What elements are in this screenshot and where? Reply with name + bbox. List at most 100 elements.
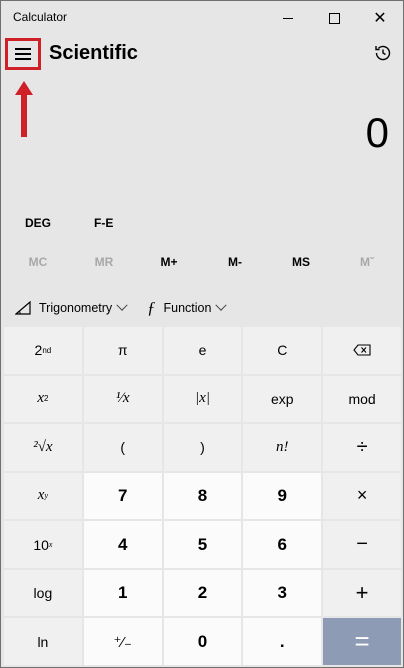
- digit-3-button[interactable]: 3: [243, 569, 322, 617]
- clear-button[interactable]: C: [243, 327, 322, 374]
- multiply-button[interactable]: ×: [323, 472, 401, 520]
- digit-4-button[interactable]: 4: [83, 521, 162, 568]
- divide-button[interactable]: ÷: [323, 424, 401, 471]
- key-label: 8: [197, 485, 208, 505]
- log-button[interactable]: log: [4, 569, 82, 617]
- add-button[interactable]: +: [323, 569, 401, 617]
- maximize-button[interactable]: [311, 1, 357, 35]
- digit-9-button[interactable]: 9: [243, 472, 322, 520]
- euler-button[interactable]: e: [163, 327, 242, 374]
- function-dropdowns: Trigonometry ƒ Function: [1, 295, 403, 321]
- second-button[interactable]: 2nd: [4, 327, 82, 374]
- factorial-button[interactable]: n!: [243, 424, 322, 471]
- memory-row: MC MR M+ M- MS Mˇ: [1, 255, 403, 279]
- equals-button[interactable]: =: [323, 618, 401, 665]
- history-button[interactable]: [371, 41, 395, 65]
- key-label: 3: [277, 583, 288, 603]
- navigation-menu-button[interactable]: [5, 38, 41, 70]
- fe-button[interactable]: F-E: [94, 216, 113, 230]
- pi-button[interactable]: π: [83, 327, 162, 374]
- key-label: +: [355, 580, 369, 606]
- reciprocal-button[interactable]: ¹⁄x: [83, 375, 162, 423]
- key-label: 0: [197, 631, 208, 651]
- digit-5-button[interactable]: 5: [163, 521, 242, 568]
- key-label: 2: [197, 583, 208, 603]
- key-label: 7: [117, 485, 128, 505]
- key-superscript: y: [44, 491, 49, 501]
- history-icon: [375, 45, 391, 61]
- digit-8-button[interactable]: 8: [163, 472, 242, 520]
- digit-7-button[interactable]: 7: [83, 472, 162, 520]
- memory-add-button[interactable]: M+: [136, 255, 202, 269]
- key-label: x: [37, 390, 44, 407]
- mode-title: Scientific: [49, 42, 138, 64]
- digit-2-button[interactable]: 2: [163, 569, 242, 617]
- key-label: ⁺⁄₋: [113, 633, 132, 651]
- close-icon: ✕: [373, 8, 387, 27]
- key-superscript: nd: [42, 345, 52, 355]
- key-label: ¹⁄x: [115, 390, 130, 407]
- title-bar: Calculator ✕: [1, 1, 403, 35]
- key-label: ln: [37, 633, 49, 650]
- key-label: mod: [348, 390, 376, 407]
- close-button[interactable]: ✕: [357, 1, 403, 35]
- negate-button[interactable]: ⁺⁄₋: [83, 618, 162, 665]
- app-title: Calculator: [13, 10, 68, 24]
- trigonometry-dropdown[interactable]: Trigonometry: [15, 295, 128, 321]
- exp-button[interactable]: exp: [243, 375, 322, 423]
- key-label: 4: [117, 534, 128, 554]
- close-paren-button[interactable]: ): [163, 424, 242, 471]
- key-superscript: x: [48, 540, 53, 550]
- digit-0-button[interactable]: 0: [163, 618, 242, 665]
- digit-6-button[interactable]: 6: [243, 521, 322, 568]
- minimize-button[interactable]: [265, 1, 311, 35]
- result-display: 0: [365, 109, 389, 156]
- memory-store-button[interactable]: MS: [268, 255, 334, 269]
- key-label: n!: [276, 438, 289, 455]
- triangle-icon: [15, 301, 31, 315]
- absolute-button[interactable]: |x|: [163, 375, 242, 423]
- key-label: |x|: [195, 390, 210, 407]
- key-label: exp: [271, 390, 294, 407]
- key-label: 1: [117, 583, 128, 603]
- backspace-button[interactable]: [323, 327, 401, 374]
- memory-subtract-button[interactable]: M-: [202, 255, 268, 269]
- memory-list-button[interactable]: Mˇ: [334, 255, 400, 269]
- chevron-down-icon: [215, 299, 228, 311]
- trigonometry-label: Trigonometry: [39, 301, 113, 315]
- key-label: π: [117, 342, 128, 359]
- function-dropdown[interactable]: ƒ Function: [147, 295, 228, 321]
- angle-mode-button[interactable]: DEG: [25, 216, 51, 230]
- digit-1-button[interactable]: 1: [83, 569, 162, 617]
- key-superscript: 2: [44, 394, 49, 404]
- decimal-button[interactable]: .: [243, 618, 322, 665]
- key-label: (: [120, 439, 126, 456]
- minimize-icon: [283, 17, 293, 19]
- chevron-down-icon: [116, 299, 128, 311]
- key-label: log: [33, 585, 53, 602]
- function-label: Function: [163, 301, 212, 315]
- key-label: 5: [197, 534, 208, 554]
- key-label: −: [356, 533, 368, 556]
- key-label: =: [354, 626, 370, 657]
- key-label: C: [277, 342, 288, 359]
- memory-recall-button[interactable]: MR: [71, 255, 137, 269]
- key-label: .: [279, 631, 285, 651]
- function-icon: ƒ: [147, 298, 156, 317]
- key-label: 10: [33, 536, 49, 553]
- key-label: e: [198, 342, 207, 359]
- subtract-button[interactable]: −: [323, 521, 401, 568]
- ln-button[interactable]: ln: [4, 618, 82, 665]
- open-paren-button[interactable]: (: [83, 424, 162, 471]
- mod-button[interactable]: mod: [323, 375, 401, 423]
- maximize-icon: [328, 12, 340, 24]
- key-label: 2: [34, 342, 43, 359]
- calculator-window: Calculator ✕ Scientific 0 DEG F-E MC MR …: [0, 0, 404, 668]
- red-arrow-annotation: [15, 81, 33, 137]
- power-button[interactable]: xy: [4, 472, 82, 520]
- square-root-button[interactable]: ²√x: [4, 424, 82, 471]
- square-button[interactable]: x2: [4, 375, 82, 423]
- ten-power-button[interactable]: 10 x: [4, 521, 82, 568]
- key-label: ): [200, 439, 205, 456]
- memory-clear-button[interactable]: MC: [5, 255, 71, 269]
